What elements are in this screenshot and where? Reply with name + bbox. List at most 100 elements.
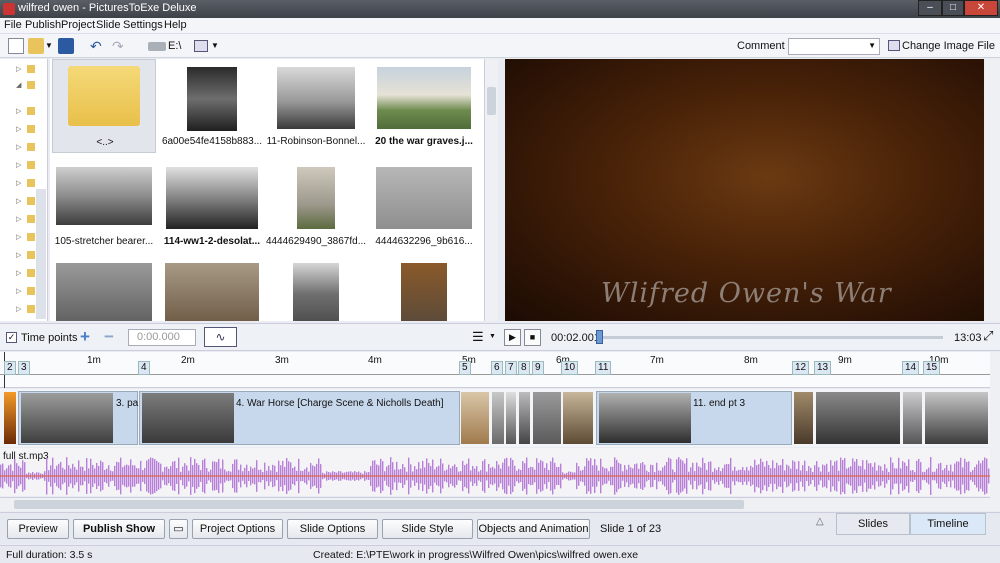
- slide-style-button[interactable]: Slide Style: [382, 519, 473, 539]
- folder-tree[interactable]: ▷ ◢ ▷ ▷ ▷ ▷ ▷ ▷ ▷ ▷ ▷ ▷ ▷ ▷: [0, 59, 48, 321]
- slide-clip[interactable]: [925, 392, 988, 444]
- timeline-ruler[interactable]: 1m 2m 3m 4m 5m 6m 7m 8m 9m 10m 2 3 4 5 6…: [0, 352, 990, 388]
- expand-icon[interactable]: ▷: [16, 251, 21, 259]
- remove-point-icon[interactable]: −: [104, 327, 114, 347]
- thumbnail-item[interactable]: 6a00e54fe4158b883...: [160, 59, 264, 153]
- expand-icon[interactable]: ▷: [16, 65, 21, 73]
- undo-icon[interactable]: ↶: [90, 38, 106, 54]
- thumbnail-item[interactable]: [372, 255, 476, 321]
- new-file-icon[interactable]: [8, 38, 24, 54]
- collapse-up-icon[interactable]: △: [816, 516, 824, 527]
- menu-help[interactable]: Help: [164, 19, 187, 31]
- scroll-thumb[interactable]: [14, 500, 744, 509]
- slide-clip[interactable]: [816, 392, 900, 444]
- stop-button[interactable]: ■: [524, 329, 541, 346]
- timeline-scrollbar[interactable]: [0, 497, 990, 511]
- slide-marker[interactable]: 7: [505, 361, 517, 375]
- save-icon[interactable]: [58, 38, 74, 54]
- expand-icon[interactable]: ▷: [16, 161, 21, 169]
- objects-animation-button[interactable]: Objects and Animation: [477, 519, 590, 539]
- slide-clip[interactable]: [563, 392, 593, 444]
- menu-project[interactable]: Project: [61, 19, 95, 31]
- slide-marker[interactable]: 13: [814, 361, 832, 375]
- view-dropdown-icon[interactable]: ▼: [211, 38, 219, 54]
- thumbnail-item[interactable]: 20 the war graves.j...: [372, 59, 476, 153]
- change-image-button[interactable]: Change Image File: [902, 40, 995, 52]
- slide-marker[interactable]: 9: [532, 361, 544, 375]
- collapse-icon[interactable]: ◢: [16, 81, 21, 89]
- expand-icon[interactable]: ▷: [16, 107, 21, 115]
- thumbnail-item[interactable]: 4444632296_9b616...: [372, 159, 476, 253]
- slide-segment[interactable]: 3. pa:: [18, 391, 141, 445]
- audio-track[interactable]: full st.mp3: [0, 448, 990, 496]
- expand-icon[interactable]: ▷: [16, 125, 21, 133]
- slide-marker[interactable]: 5: [459, 361, 471, 375]
- redo-icon[interactable]: ↷: [112, 38, 128, 54]
- preview-button[interactable]: Preview: [7, 519, 69, 539]
- slide-clip[interactable]: [492, 392, 504, 444]
- slide-marker[interactable]: 8: [518, 361, 530, 375]
- timeline-vscrollbar[interactable]: [990, 352, 1000, 511]
- folder-up-item[interactable]: <..>: [52, 59, 156, 153]
- tree-scrollbar[interactable]: [36, 189, 46, 319]
- slide-marker[interactable]: 6: [491, 361, 503, 375]
- time-points-checkbox[interactable]: ✓: [6, 332, 17, 343]
- expand-icon[interactable]: ▷: [16, 179, 21, 187]
- expand-icon[interactable]: ▷: [16, 215, 21, 223]
- thumbnail-item[interactable]: 114-ww1-2-desolat...: [160, 159, 264, 253]
- expand-icon[interactable]: ▷: [16, 197, 21, 205]
- menu-icon[interactable]: ☰: [472, 329, 484, 345]
- expand-icon[interactable]: ▷: [16, 305, 21, 313]
- time-value-input[interactable]: 0:00.000: [128, 329, 196, 346]
- project-options-button[interactable]: Project Options: [192, 519, 283, 539]
- thumbnail-item[interactable]: 105-stretcher bearer...: [52, 159, 156, 253]
- slide-segment[interactable]: 11. end pt 3: [596, 391, 792, 445]
- slide-segment[interactable]: 4. War Horse [Charge Scene & Nicholls De…: [139, 391, 460, 445]
- menu-settings[interactable]: Settings: [123, 19, 163, 31]
- expand-icon[interactable]: ▷: [16, 287, 21, 295]
- publish-show-button[interactable]: Publish Show: [73, 519, 165, 539]
- slide-clip[interactable]: [903, 392, 922, 444]
- slide-clip[interactable]: [533, 392, 561, 444]
- expand-icon[interactable]: ▷: [16, 143, 21, 151]
- menu-publish[interactable]: Publish: [25, 19, 61, 31]
- fullscreen-icon[interactable]: ⤢: [983, 328, 993, 344]
- slide-clip[interactable]: [461, 392, 489, 444]
- minimize-button[interactable]: –: [918, 0, 942, 16]
- playback-slider-thumb[interactable]: [596, 330, 604, 344]
- slide-clip[interactable]: [506, 392, 516, 444]
- slide-marker[interactable]: 2: [4, 361, 16, 375]
- slide-options-button[interactable]: Slide Options: [287, 519, 378, 539]
- add-point-icon[interactable]: +: [80, 327, 90, 347]
- expand-icon[interactable]: ▷: [16, 233, 21, 241]
- tab-timeline[interactable]: Timeline: [910, 513, 986, 535]
- playback-track[interactable]: [598, 336, 943, 339]
- slide-marker[interactable]: 11: [595, 361, 612, 375]
- slide-clip[interactable]: [519, 392, 530, 444]
- thumbnail-item[interactable]: 4444629490_3867fd...: [264, 159, 368, 253]
- slide-clip[interactable]: [4, 392, 16, 444]
- slide-marker[interactable]: 14: [902, 361, 920, 375]
- browser-scrollbar[interactable]: [484, 59, 498, 321]
- tab-slides[interactable]: Slides: [836, 513, 910, 535]
- maximize-button[interactable]: □: [942, 0, 964, 16]
- drive-label[interactable]: E:\: [168, 40, 181, 52]
- curve-tool-icon[interactable]: ∿: [204, 327, 237, 347]
- slide-clip[interactable]: [794, 392, 813, 444]
- publish-options-icon[interactable]: ▭: [169, 519, 188, 539]
- open-folder-icon[interactable]: [28, 38, 44, 54]
- thumbnail-item[interactable]: [264, 255, 368, 321]
- slide-marker[interactable]: 15: [923, 361, 941, 375]
- comment-select[interactable]: ▼: [788, 38, 880, 55]
- scroll-thumb[interactable]: [487, 87, 496, 115]
- chevron-down-icon[interactable]: ▼: [489, 333, 496, 340]
- thumbnail-item[interactable]: 11-Robinson-Bonnel...: [264, 59, 368, 153]
- view-mode-icon[interactable]: [194, 40, 208, 52]
- slide-marker[interactable]: 4: [138, 361, 150, 375]
- change-image-icon[interactable]: [888, 40, 900, 51]
- menu-slide[interactable]: Slide: [96, 19, 120, 31]
- play-button[interactable]: ▶: [504, 329, 521, 346]
- open-dropdown-icon[interactable]: ▼: [45, 38, 53, 54]
- preview-scrollbar[interactable]: [985, 59, 1000, 321]
- thumbnail-item[interactable]: [52, 255, 156, 321]
